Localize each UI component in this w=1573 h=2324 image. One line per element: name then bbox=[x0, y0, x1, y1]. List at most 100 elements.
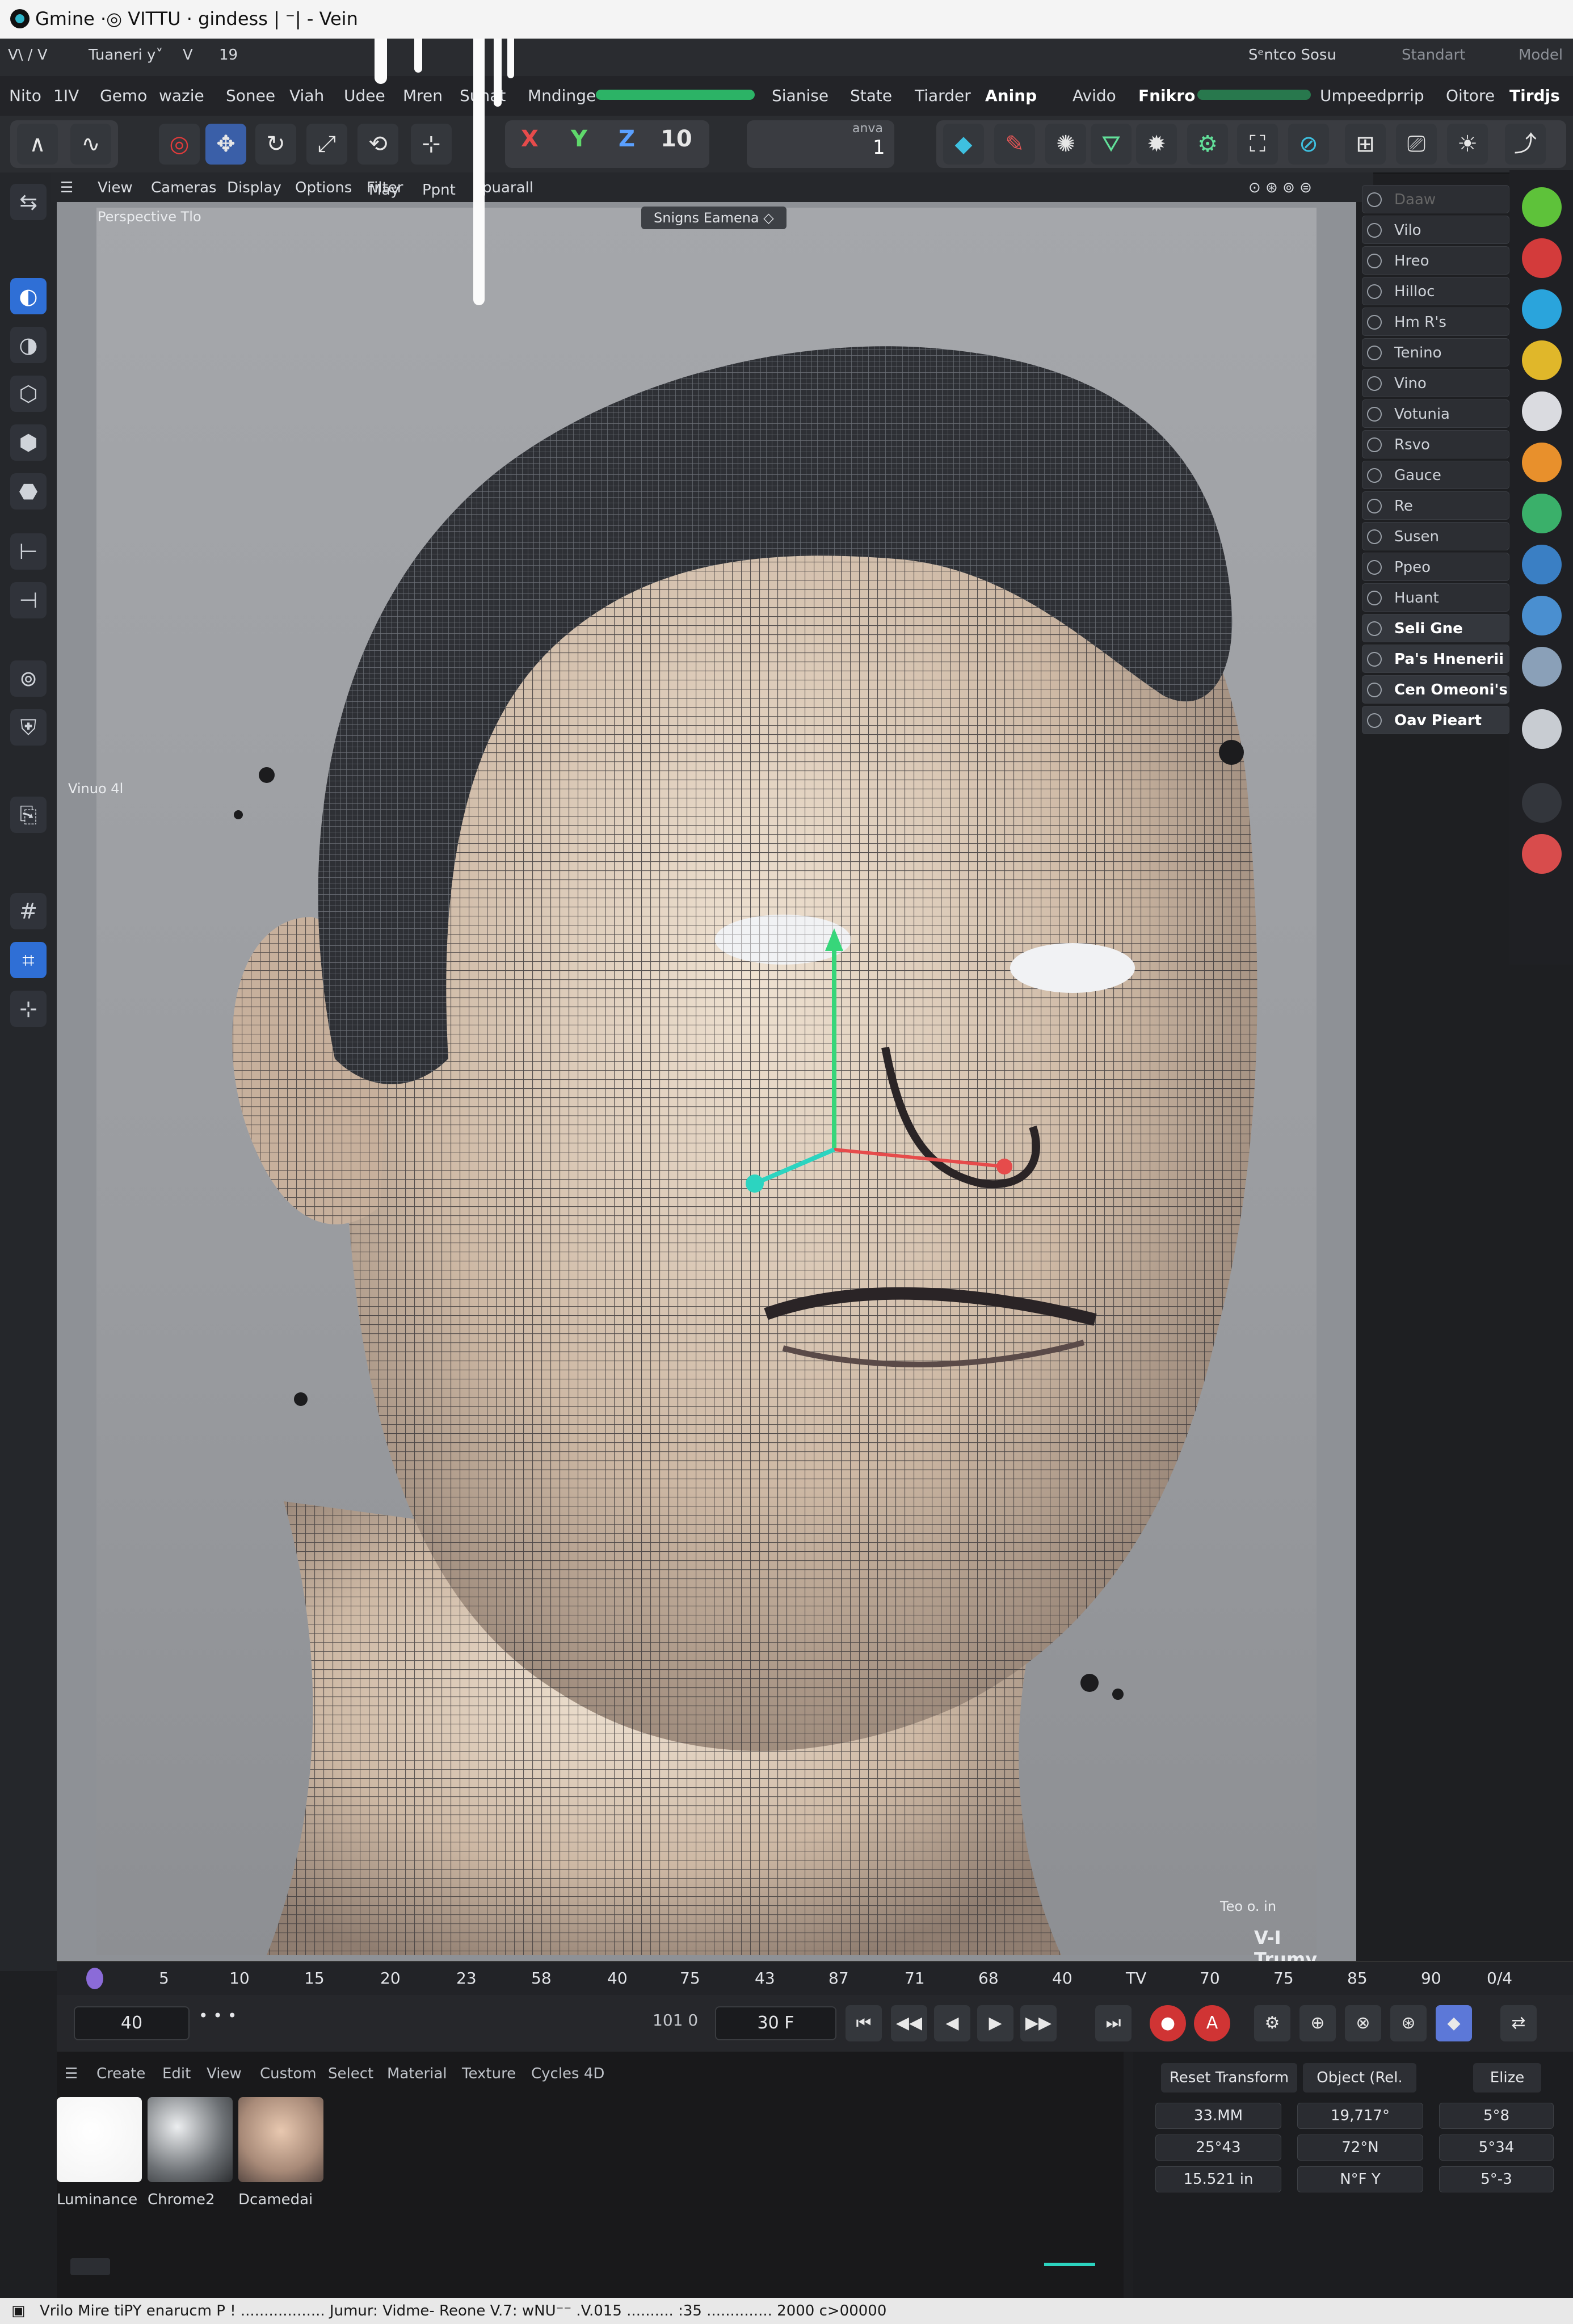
size-x-field[interactable]: 19,717° bbox=[1297, 2103, 1423, 2129]
model-mode-icon[interactable]: ◐ bbox=[10, 278, 47, 314]
axis-y-toggle[interactable]: Y bbox=[571, 126, 587, 152]
rotation-p-field[interactable]: 5°34 bbox=[1439, 2134, 1554, 2161]
material-menu-item[interactable]: Material bbox=[387, 2065, 447, 2082]
workplane-icon[interactable]: ⛨ bbox=[10, 709, 47, 746]
prev-key-button[interactable]: ◀◀ bbox=[891, 2005, 927, 2041]
list-item[interactable]: Vilo bbox=[1362, 216, 1509, 244]
axis-x-toggle[interactable]: X bbox=[521, 126, 539, 152]
menu-item[interactable]: Tirdjs bbox=[1509, 86, 1560, 105]
menu-item[interactable]: Nito bbox=[9, 86, 41, 105]
field-value[interactable]: 1 bbox=[873, 136, 885, 159]
cloud-icon[interactable] bbox=[1522, 391, 1562, 431]
list-item[interactable]: Hm R's bbox=[1362, 308, 1509, 336]
viewport-canvas[interactable]: Perspective Tlo V-I Trumy Teo o. in bbox=[96, 208, 1317, 1961]
next-key-button[interactable]: ▶▶ bbox=[1020, 2005, 1057, 2041]
tag-icon[interactable]: ⊘ bbox=[1288, 124, 1329, 165]
material-swatch[interactable] bbox=[238, 2097, 323, 2182]
timeline-end-field[interactable]: 0/4 bbox=[1487, 1969, 1512, 1988]
layout-dropdown[interactable]: Tuaneri y˅ bbox=[89, 47, 163, 64]
list-item[interactable]: Cen Omeoni's bbox=[1362, 675, 1509, 704]
menu-item[interactable]: State bbox=[850, 86, 892, 105]
snap-tool-icon[interactable]: ⊹ bbox=[411, 124, 452, 165]
material-menu-item[interactable]: View bbox=[207, 2065, 242, 2082]
material-menu-icon[interactable]: ☰ bbox=[65, 2065, 78, 2082]
size-y-field[interactable]: 72°N bbox=[1297, 2134, 1423, 2161]
viewport-menu-item[interactable]: Ppnt bbox=[422, 182, 456, 199]
position-z-field[interactable]: 15.521 in bbox=[1155, 2166, 1281, 2192]
quantize-icon[interactable]: ⌗ bbox=[10, 942, 47, 978]
water-drop-icon[interactable] bbox=[1522, 289, 1562, 329]
list-item[interactable]: Ppeo bbox=[1362, 553, 1509, 581]
reset-transform-button[interactable]: Reset Transform bbox=[1161, 2063, 1297, 2093]
list-item[interactable]: Daaw bbox=[1362, 185, 1509, 213]
material-swatch[interactable] bbox=[148, 2097, 233, 2182]
tweak-mode-icon[interactable]: ⊣ bbox=[10, 582, 47, 618]
circle-tag-icon[interactable] bbox=[1522, 647, 1562, 687]
menu-item[interactable]: Sonee bbox=[226, 86, 275, 105]
keyframe-icon[interactable]: ⚙ bbox=[1254, 2005, 1290, 2041]
scene-icon[interactable]: ⚙ bbox=[1187, 124, 1228, 165]
material-menu-item[interactable]: Texture bbox=[462, 2065, 516, 2082]
3d-viewport[interactable]: Perspective Tlo V-I Trumy Teo o. in Snig… bbox=[57, 202, 1356, 1961]
menu-item[interactable]: Mndinge bbox=[528, 86, 596, 105]
size-z-field[interactable]: N°F Y bbox=[1297, 2166, 1423, 2192]
current-frame-field[interactable]: 40 bbox=[74, 2006, 190, 2040]
record-icon[interactable]: ● bbox=[1150, 2005, 1186, 2041]
fps-field[interactable]: 30 F bbox=[715, 2006, 836, 2040]
menu-item[interactable]: Fnikro bbox=[1138, 86, 1195, 105]
viewport-menu-item[interactable]: Cameras bbox=[151, 179, 217, 196]
material-swatch[interactable] bbox=[57, 2097, 142, 2182]
zoom-slider[interactable] bbox=[1044, 2263, 1095, 2266]
script-icon[interactable] bbox=[1522, 783, 1562, 823]
list-item[interactable]: Seli Gne bbox=[1362, 614, 1509, 642]
menu-item[interactable]: Sianise bbox=[772, 86, 828, 105]
transform-tool-icon[interactable]: ⟲ bbox=[358, 124, 398, 165]
grid-snap-icon[interactable]: # bbox=[10, 893, 47, 929]
material-menu-item[interactable]: Cycles 4D bbox=[531, 2065, 604, 2082]
menu-item[interactable]: Gemo bbox=[100, 86, 147, 105]
list-item[interactable]: Hilloc bbox=[1362, 277, 1509, 305]
pin-icon[interactable] bbox=[1522, 709, 1562, 749]
orange-tag-icon[interactable] bbox=[1522, 443, 1562, 482]
material-menu-item[interactable]: Select bbox=[328, 2065, 373, 2082]
material-menu-item[interactable]: Custom bbox=[260, 2065, 317, 2082]
edges-mode-icon[interactable]: ⬢ bbox=[10, 424, 47, 461]
field-icon[interactable]: ✹ bbox=[1136, 124, 1177, 165]
layout-tab-model[interactable]: Model bbox=[1519, 47, 1563, 64]
key-rot-icon[interactable]: ⊗ bbox=[1345, 2005, 1381, 2041]
external-link-icon[interactable]: ⤴ bbox=[1505, 124, 1546, 165]
position-x-field[interactable]: 33.MM bbox=[1155, 2103, 1281, 2129]
menu-item[interactable]: Viah bbox=[289, 86, 324, 105]
green-tag-icon[interactable] bbox=[1522, 187, 1562, 227]
generator-icon[interactable]: ✺ bbox=[1045, 124, 1086, 165]
menu-item[interactable]: Mren bbox=[403, 86, 443, 105]
layout-tab-active[interactable]: Sᵉntco Sosu bbox=[1248, 47, 1336, 64]
coord-system-toggle[interactable]: 10 bbox=[661, 126, 692, 152]
axis-mode-icon[interactable]: ⊢ bbox=[10, 533, 47, 570]
material-menu-item[interactable]: Create bbox=[96, 2065, 145, 2082]
live-select-icon[interactable]: ◎ bbox=[159, 124, 200, 165]
mode-icon[interactable]: ⇆ bbox=[10, 184, 47, 220]
render-icon[interactable] bbox=[1522, 834, 1562, 874]
position-y-field[interactable]: 25°43 bbox=[1155, 2134, 1281, 2161]
guide-icon[interactable]: ⊹ bbox=[10, 991, 47, 1027]
menu-item[interactable]: Tiarder bbox=[915, 86, 971, 105]
spline-pen-icon[interactable]: ✎ bbox=[994, 124, 1035, 165]
more-dots-icon[interactable]: • • • bbox=[199, 2006, 237, 2025]
rotate-tool-icon[interactable]: ↻ bbox=[255, 124, 296, 165]
viewport-nav-icons[interactable]: ⊙ ⊛ ⊚ ⊜ bbox=[1248, 179, 1312, 196]
object-relative-dropdown[interactable]: Object (Rel. bbox=[1303, 2063, 1416, 2093]
snap-icon[interactable]: ⊚ bbox=[10, 660, 47, 697]
viewport-menu-item[interactable]: Options bbox=[295, 179, 352, 196]
list-item[interactable]: Votunia bbox=[1362, 399, 1509, 428]
list-item[interactable]: Gauce bbox=[1362, 461, 1509, 489]
camera-icon[interactable]: ⎚ bbox=[1396, 124, 1437, 165]
prev-frame-button[interactable]: ◀ bbox=[934, 2005, 970, 2041]
axis-z-toggle[interactable]: Z bbox=[619, 126, 635, 152]
material-menu-item[interactable]: Edit bbox=[162, 2065, 191, 2082]
sparkle-icon[interactable] bbox=[1522, 340, 1562, 380]
timeline-ruler[interactable]: 5 10 15 20 23 58 40 75 43 87 71 68 40 TV… bbox=[57, 1961, 1573, 1996]
deformer-icon[interactable]: ⛛ bbox=[1091, 124, 1132, 165]
plant-icon[interactable] bbox=[1522, 494, 1562, 533]
redo-icon[interactable]: ∿ bbox=[70, 124, 111, 165]
